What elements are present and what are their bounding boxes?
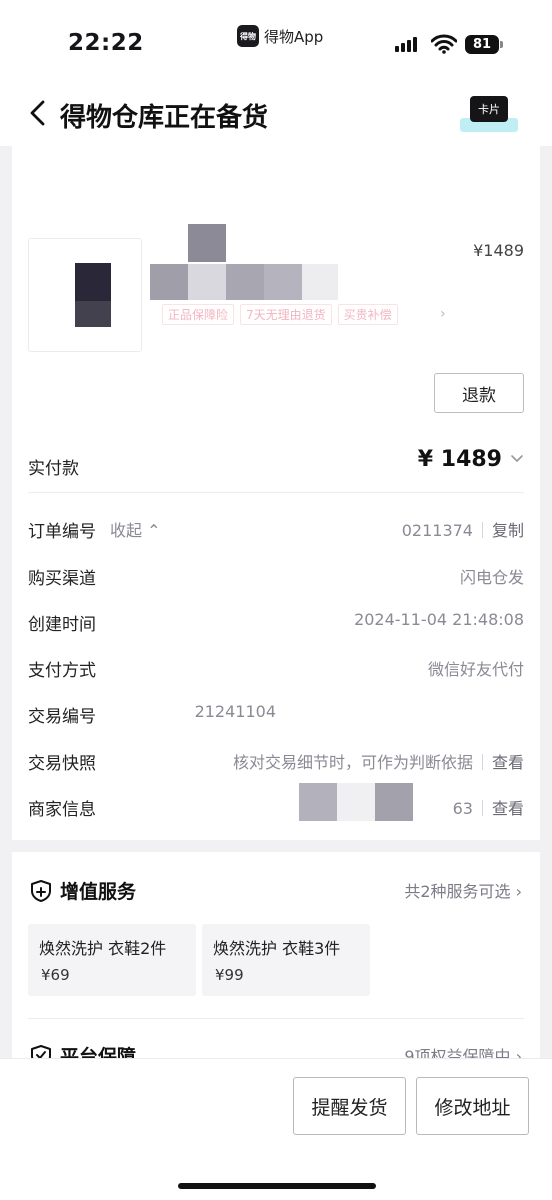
status-time: 22:22 xyxy=(68,30,144,56)
signal-icon xyxy=(395,36,421,52)
order-number-label: 订单编号 xyxy=(28,522,96,542)
home-indicator xyxy=(178,1183,376,1189)
services-card: 增值服务 共2种服务可选 › 焕然洗护 衣鞋2件 ¥69 焕然洗护 衣鞋3件 ¥… xyxy=(12,852,540,1062)
status-bar: 22:22 得物 得物App 81 xyxy=(0,0,552,80)
separator xyxy=(481,800,483,816)
page-title: 得物仓库正在备货 xyxy=(60,103,269,133)
view-merchant-button[interactable]: 查看 xyxy=(492,799,524,818)
snapshot-value: 核对交易细节时，可作为判断依据 xyxy=(232,753,473,772)
service-name: 焕然洗护 衣鞋2件 xyxy=(39,939,167,958)
collapse-toggle[interactable]: 收起 ⌃ xyxy=(110,517,161,541)
divider xyxy=(28,1018,524,1019)
trade-number-value: 21241104 xyxy=(194,702,276,721)
service-price: ¥69 xyxy=(41,966,70,984)
snapshot-row: 交易快照 核对交易细节时，可作为判断依据 查看 xyxy=(28,745,524,775)
card-label: 卡片 xyxy=(470,96,508,122)
tags-arrow-icon[interactable]: › xyxy=(440,306,446,322)
remind-shipping-button[interactable]: 提醒发货 xyxy=(293,1077,406,1135)
channel-value: 闪电仓发 xyxy=(459,568,524,587)
tag-authentic: 正品保障险 xyxy=(162,304,235,325)
pay-method-row: 支付方式 微信好友代付 xyxy=(28,652,524,682)
channel-row: 购买渠道 闪电仓发 xyxy=(28,560,524,590)
product-thumbnail[interactable] xyxy=(28,238,142,352)
services-title: 增值服务 xyxy=(60,881,137,903)
order-number-row: 订单编号 收起 ⌃ 0211374 复制 xyxy=(28,513,524,543)
wifi-icon xyxy=(431,34,457,54)
redacted-merchant xyxy=(299,783,439,821)
trade-number-label: 交易编号 xyxy=(28,707,96,727)
page-header: 得物仓库正在备货 卡片 xyxy=(0,80,552,146)
refund-button[interactable]: 退款 xyxy=(434,373,524,413)
paid-label: 实付款 xyxy=(28,459,79,479)
shield-plus-icon xyxy=(31,880,51,902)
product-image xyxy=(75,263,111,327)
pay-method-value: 微信好友代付 xyxy=(427,660,524,679)
product-price: ¥1489 xyxy=(473,241,524,260)
order-number-value-wrap: 0211374 复制 xyxy=(402,517,524,541)
merchant-value-wrap: 63 查看 xyxy=(453,795,524,819)
back-icon[interactable] xyxy=(26,98,50,128)
service-option-1[interactable]: 焕然洗护 衣鞋2件 ¥69 xyxy=(28,924,196,996)
divider xyxy=(28,492,524,493)
tag-return: 7天无理由退货 xyxy=(240,304,332,325)
order-number-value: 0211374 xyxy=(401,521,473,540)
tag-price-protect: 买贵补偿 xyxy=(337,304,398,325)
view-snapshot-button[interactable]: 查看 xyxy=(492,753,524,772)
trade-number-row: 交易编号 21241104 xyxy=(28,698,524,728)
paid-value: ¥ 1489 xyxy=(417,447,502,472)
separator xyxy=(481,754,483,770)
created-time-value: 2024-11-04 21:48:08 xyxy=(354,610,524,629)
channel-label: 购买渠道 xyxy=(28,569,96,589)
paid-amount-row[interactable]: 实付款 ¥ 1489 xyxy=(28,442,524,486)
app-indicator: 得物 得物App xyxy=(237,25,323,47)
service-tags: 正品保障险 7天无理由退货 买贵补偿 xyxy=(162,304,398,325)
bottom-action-bar: 提醒发货 修改地址 xyxy=(0,1058,552,1200)
service-name: 焕然洗护 衣鞋3件 xyxy=(213,939,341,958)
chevron-down-icon xyxy=(511,455,523,462)
created-time-row: 创建时间 2024-11-04 21:48:08 xyxy=(28,606,524,636)
created-time-label: 创建时间 xyxy=(28,615,96,635)
services-more-link[interactable]: 共2种服务可选 › xyxy=(404,878,522,902)
battery-icon: 81 xyxy=(465,35,499,54)
snapshot-label: 交易快照 xyxy=(28,754,96,774)
pay-method-label: 支付方式 xyxy=(28,661,96,681)
service-option-2[interactable]: 焕然洗护 衣鞋3件 ¥99 xyxy=(202,924,370,996)
merchant-row: 商家信息 63 查看 xyxy=(28,783,524,821)
chevron-up-icon: ⌃ xyxy=(147,521,161,540)
battery-tip xyxy=(500,41,503,48)
copy-button[interactable]: 复制 xyxy=(492,521,524,540)
collapse-label: 收起 xyxy=(110,521,143,540)
order-card: ¥1489 正品保障险 7天无理由退货 买贵补偿 › 退款 实付款 ¥ 1489… xyxy=(12,146,540,840)
app-logo-icon: 得物 xyxy=(237,25,259,47)
modify-address-button[interactable]: 修改地址 xyxy=(416,1077,529,1135)
card-button[interactable]: 卡片 xyxy=(460,94,518,140)
chevron-right-icon: › xyxy=(515,882,522,901)
services-more-label: 共2种服务可选 xyxy=(404,882,511,901)
merchant-label: 商家信息 xyxy=(28,800,96,820)
merchant-value: 63 xyxy=(452,799,473,818)
redacted-title xyxy=(150,224,340,302)
separator xyxy=(481,522,483,538)
snapshot-value-wrap: 核对交易细节时，可作为判断依据 查看 xyxy=(233,749,524,773)
service-price: ¥99 xyxy=(215,966,244,984)
app-name: 得物App xyxy=(264,27,324,46)
